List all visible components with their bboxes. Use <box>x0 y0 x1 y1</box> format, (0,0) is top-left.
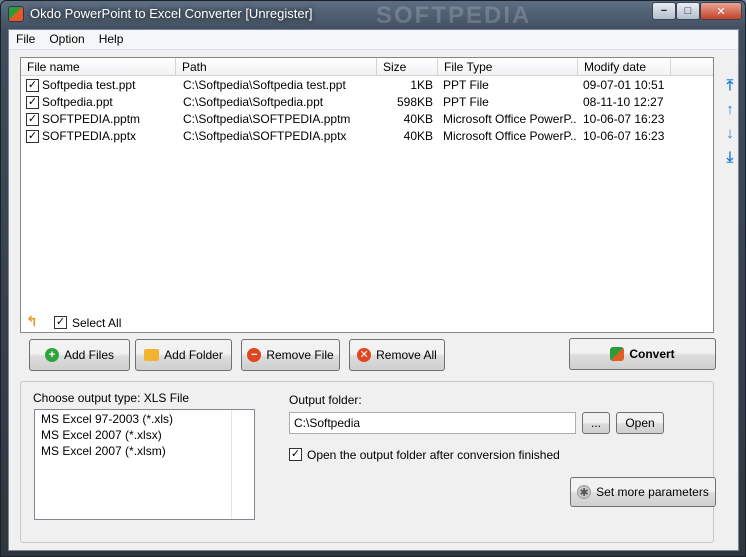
title-bar[interactable]: Okdo PowerPoint to Excel Converter [Unre… <box>1 1 745 29</box>
set-more-parameters-button[interactable]: ✱ Set more parameters <box>570 477 716 507</box>
column-header-path[interactable]: Path <box>176 58 377 76</box>
cell-file-name: SOFTPEDIA.pptx <box>42 129 137 143</box>
convert-button[interactable]: Convert <box>569 338 716 370</box>
move-down-icon[interactable]: ↓ <box>722 126 738 144</box>
cell-size: 598KB <box>396 95 433 109</box>
cell-path: C:\Softpedia\Softpedia test.ppt <box>183 78 346 92</box>
column-header-modify-date[interactable]: Modify date <box>578 58 671 76</box>
row-checkbox[interactable]: ✓ <box>26 96 39 109</box>
column-header-filler <box>671 58 713 76</box>
window-title: Okdo PowerPoint to Excel Converter [Unre… <box>30 6 313 21</box>
select-all-checkbox[interactable]: ✓ <box>54 316 67 329</box>
row-checkbox[interactable]: ✓ <box>26 130 39 143</box>
cell-file-type: Microsoft Office PowerP... <box>443 129 576 143</box>
set-more-parameters-label: Set more parameters <box>596 485 709 499</box>
gear-icon: ✱ <box>577 485 592 499</box>
output-type-option[interactable]: MS Excel 97-2003 (*.xls) <box>41 412 173 426</box>
convert-label: Convert <box>629 347 675 361</box>
cell-size: 40KB <box>403 129 433 143</box>
cell-file-name: Softpedia test.ppt <box>42 78 136 92</box>
convert-icon <box>610 347 625 361</box>
open-folder-button[interactable]: Open <box>616 412 664 434</box>
move-top-icon[interactable]: ⤒ <box>722 78 738 96</box>
minimize-button[interactable]: − <box>652 2 676 20</box>
add-files-button[interactable]: + Add Files <box>29 339 130 371</box>
open-after-conversion-checkbox[interactable]: ✓ <box>289 448 302 461</box>
menu-help[interactable]: Help <box>92 30 131 49</box>
table-row[interactable]: ✓ SOFTPEDIA.pptm C:\Softpedia\SOFTPEDIA.… <box>21 111 671 128</box>
add-folder-label: Add Folder <box>164 348 223 362</box>
file-list[interactable]: File name Path Size File Type Modify dat… <box>20 57 714 333</box>
remove-all-label: Remove All <box>376 348 437 362</box>
menu-bar: File Option Help <box>9 30 738 50</box>
output-type-option[interactable]: MS Excel 2007 (*.xlsm) <box>41 444 166 458</box>
cell-size: 40KB <box>403 112 433 126</box>
table-row[interactable]: ✓ Softpedia.ppt C:\Softpedia\Softpedia.p… <box>21 94 671 111</box>
column-header-file-name[interactable]: File name <box>21 58 176 76</box>
up-level-icon[interactable]: ↰ <box>26 313 46 329</box>
output-folder-label: Output folder: <box>289 393 362 407</box>
cell-file-type: PPT File <box>443 95 489 109</box>
move-bottom-icon[interactable]: ⤓ <box>722 150 738 168</box>
move-up-icon[interactable]: ↑ <box>722 102 738 120</box>
menu-file[interactable]: File <box>9 30 42 49</box>
list-divider <box>231 410 232 519</box>
table-row[interactable]: ✓ Softpedia test.ppt C:\Softpedia\Softpe… <box>21 77 671 94</box>
maximize-button[interactable]: □ <box>676 2 700 20</box>
cell-modify-date: 08-11-10 12:27 <box>583 95 664 109</box>
cell-path: C:\Softpedia\SOFTPEDIA.pptx <box>183 129 347 143</box>
row-checkbox[interactable]: ✓ <box>26 79 39 92</box>
cell-path: C:\Softpedia\Softpedia.ppt <box>183 95 324 109</box>
table-row[interactable]: ✓ SOFTPEDIA.pptx C:\Softpedia\SOFTPEDIA.… <box>21 128 671 145</box>
cell-modify-date: 09-07-01 10:51 <box>583 78 665 92</box>
app-icon <box>8 6 24 22</box>
client-area: File Option Help File name Path Size Fil… <box>8 29 739 551</box>
column-header-file-type[interactable]: File Type <box>438 58 578 76</box>
cell-file-type: Microsoft Office PowerP... <box>443 112 576 126</box>
add-folder-button[interactable]: Add Folder <box>135 339 232 371</box>
remove-all-button[interactable]: ✕ Remove All <box>349 339 445 371</box>
cell-size: 1KB <box>410 78 433 92</box>
cell-file-name: SOFTPEDIA.pptm <box>42 112 141 126</box>
add-files-label: Add Files <box>63 348 115 362</box>
remove-all-icon: ✕ <box>357 348 372 362</box>
cell-path: C:\Softpedia\SOFTPEDIA.pptm <box>183 112 351 126</box>
folder-icon <box>144 349 160 361</box>
select-all-label[interactable]: Select All <box>72 316 121 330</box>
cell-modify-date: 10-06-07 16:23 <box>583 112 665 126</box>
watermark-text: SOFTPEDIA <box>376 2 532 29</box>
browse-button[interactable]: ... <box>582 412 610 434</box>
open-after-conversion-label[interactable]: Open the output folder after conversion … <box>307 448 560 462</box>
cell-file-name: Softpedia.ppt <box>42 95 113 109</box>
close-button[interactable]: ✕ <box>700 2 742 20</box>
cell-file-type: PPT File <box>443 78 489 92</box>
output-folder-input[interactable] <box>289 412 576 434</box>
remove-file-button[interactable]: − Remove File <box>241 339 340 371</box>
output-type-option[interactable]: MS Excel 2007 (*.xlsx) <box>41 428 162 442</box>
column-header-size[interactable]: Size <box>377 58 438 76</box>
app-window: Okdo PowerPoint to Excel Converter [Unre… <box>0 0 746 557</box>
minus-icon: − <box>247 348 262 362</box>
remove-file-label: Remove File <box>266 348 334 362</box>
plus-icon: + <box>44 348 59 362</box>
row-checkbox[interactable]: ✓ <box>26 113 39 126</box>
menu-option[interactable]: Option <box>42 30 91 49</box>
output-type-label: Choose output type: XLS File <box>33 391 190 405</box>
cell-modify-date: 10-06-07 16:23 <box>583 129 665 143</box>
output-type-list[interactable]: MS Excel 97-2003 (*.xls) MS Excel 2007 (… <box>34 409 255 520</box>
